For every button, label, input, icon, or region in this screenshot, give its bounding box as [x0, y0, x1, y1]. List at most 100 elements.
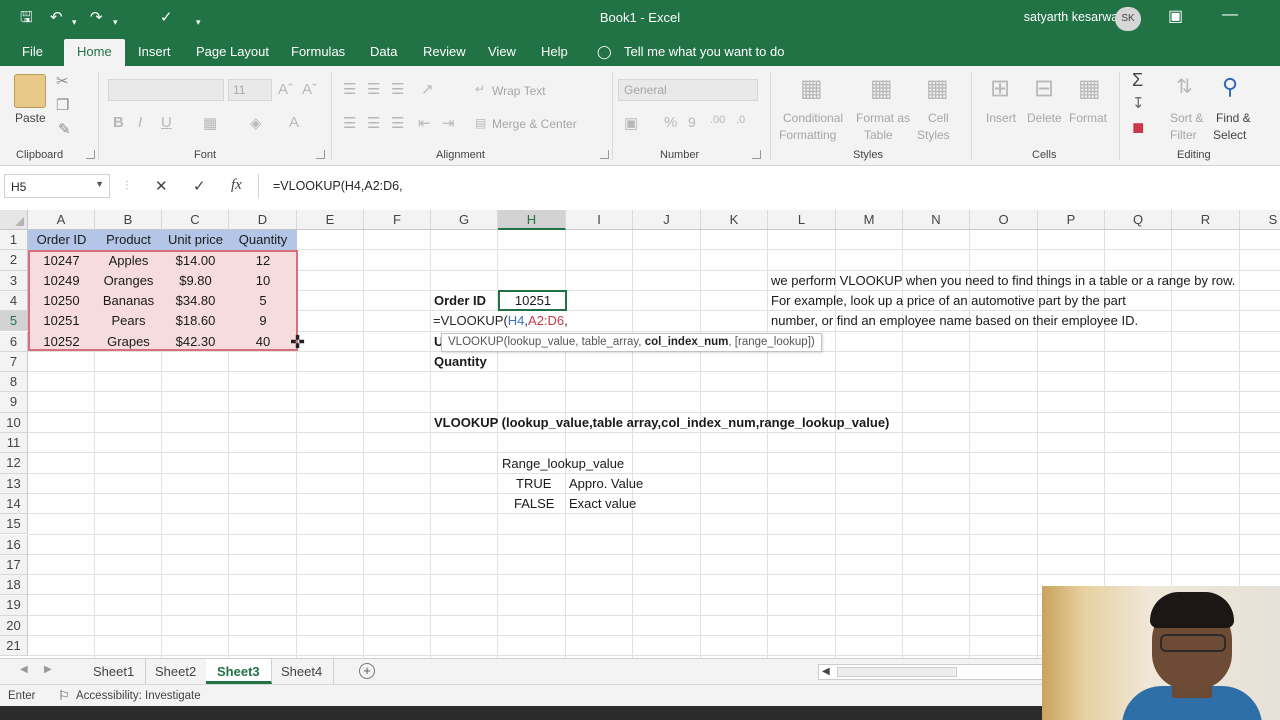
lightbulb-icon[interactable]: ◯ [597, 44, 612, 60]
row-header-16[interactable]: 16 [0, 534, 28, 555]
increase-indent-icon[interactable]: ⇥ [442, 114, 455, 132]
sort-filter-icon[interactable]: ⇅ [1176, 74, 1193, 99]
format-painter-icon[interactable]: ✎ [58, 120, 71, 138]
formula-edit-cell[interactable]: =VLOOKUP(H4,A2:D6, [431, 311, 572, 331]
font-color-icon[interactable]: A [289, 114, 299, 131]
note-line-3[interactable]: number, or find an employee name based o… [771, 311, 1138, 331]
column-header-n[interactable]: N [903, 210, 970, 230]
menu-help[interactable]: Help [541, 44, 568, 59]
wrap-text-icon[interactable]: ↵ [475, 82, 485, 96]
horizontal-scrollbar[interactable]: ◀ [818, 664, 1043, 680]
tab-sheet3[interactable]: Sheet3 [206, 659, 272, 684]
false-description[interactable]: Exact value [569, 494, 636, 514]
cell-styles-label-1[interactable]: Cell [928, 111, 949, 125]
insert-cells-icon[interactable]: ⊞ [990, 74, 1010, 103]
column-header-i[interactable]: I [566, 210, 633, 230]
bold-icon[interactable]: B [113, 114, 124, 131]
insert-cells-button[interactable]: Insert [986, 111, 1016, 125]
table-cell[interactable]: 10249 [28, 271, 95, 291]
menu-insert[interactable]: Insert [138, 44, 171, 59]
align-bottom-icon[interactable]: ☰ [391, 80, 404, 98]
vlookup-syntax[interactable]: VLOOKUP (lookup_value,table array,col_in… [434, 413, 889, 433]
row-header-5[interactable]: 5 [0, 311, 28, 332]
sort-filter-label-2[interactable]: Filter [1170, 128, 1197, 142]
note-line-1[interactable]: we perform VLOOKUP when you need to find… [771, 271, 1235, 291]
header-unit-price[interactable]: Unit price [162, 230, 229, 250]
header-quantity[interactable]: Quantity [229, 230, 297, 250]
find-select-label-2[interactable]: Select [1213, 128, 1246, 142]
conditional-formatting-label-2[interactable]: Formatting [779, 128, 836, 142]
menu-page-layout[interactable]: Page Layout [196, 44, 269, 59]
tab-sheet2[interactable]: Sheet2 [144, 659, 209, 684]
borders-icon[interactable]: ▦ [203, 114, 217, 132]
column-header-a[interactable]: A [28, 210, 95, 230]
delete-cells-icon[interactable]: ⊟ [1034, 74, 1054, 103]
menu-data[interactable]: Data [370, 44, 397, 59]
row-header-6[interactable]: 6 [0, 331, 28, 352]
row-header-11[interactable]: 11 [0, 433, 28, 454]
percent-icon[interactable]: % [664, 114, 677, 131]
table-cell[interactable]: 10 [229, 271, 297, 291]
find-select-label-1[interactable]: Find & [1216, 111, 1251, 125]
cell-styles-icon[interactable]: ▦ [926, 74, 949, 103]
more-options-icon[interactable]: ⋮ [122, 180, 132, 191]
avatar[interactable]: SK [1115, 7, 1141, 31]
add-sheet-icon[interactable]: + [359, 663, 375, 679]
row-header-13[interactable]: 13 [0, 473, 28, 494]
row-header-3[interactable]: 3 [0, 270, 28, 291]
column-header-e[interactable]: E [297, 210, 364, 230]
table-cell[interactable]: 10251 [28, 311, 95, 331]
column-header-f[interactable]: F [364, 210, 431, 230]
table-cell[interactable]: $18.60 [162, 311, 229, 331]
column-header-c[interactable]: C [162, 210, 229, 230]
tab-scroll-left-icon[interactable]: ◀ [20, 664, 28, 675]
column-header-p[interactable]: P [1038, 210, 1105, 230]
conditional-formatting-icon[interactable]: ▦ [800, 74, 823, 103]
table-cell[interactable]: 10250 [28, 291, 95, 311]
column-header-k[interactable]: K [701, 210, 768, 230]
quantity-label[interactable]: Quantity [434, 352, 487, 372]
comma-style-icon[interactable]: 9 [688, 114, 696, 130]
row-header-7[interactable]: 7 [0, 351, 28, 373]
column-header-h[interactable]: H [498, 210, 566, 230]
font-size-select[interactable]: 11 [228, 79, 272, 101]
table-cell[interactable]: $9.80 [162, 271, 229, 291]
copy-icon[interactable]: ❐ [56, 96, 69, 114]
true-description[interactable]: Appro. Value [569, 474, 643, 494]
table-cell[interactable]: $34.80 [162, 291, 229, 311]
tell-me-search[interactable]: Tell me what you want to do [624, 44, 784, 59]
orientation-icon[interactable]: ↗ [421, 80, 434, 98]
menu-home[interactable]: Home [64, 39, 125, 66]
align-middle-icon[interactable]: ☰ [367, 80, 380, 98]
wrap-text-button[interactable]: Wrap Text [492, 84, 546, 98]
row-header-4[interactable]: 4 [0, 290, 28, 312]
font-name-select[interactable] [108, 79, 224, 101]
fill-color-icon[interactable]: ◈ [250, 114, 262, 132]
merge-center-icon[interactable]: ▤ [475, 116, 486, 130]
alignment-launcher-icon[interactable] [600, 150, 609, 159]
format-as-table-icon[interactable]: ▦ [870, 74, 893, 103]
tab-sheet4[interactable]: Sheet4 [270, 659, 335, 684]
select-all-corner[interactable] [0, 210, 28, 230]
row-header-15[interactable]: 15 [0, 514, 28, 535]
format-as-table-label-1[interactable]: Format as [856, 111, 910, 125]
column-header-o[interactable]: O [970, 210, 1038, 230]
cell-styles-label-2[interactable]: Styles [917, 128, 950, 142]
order-id-value[interactable]: 10251 [500, 291, 566, 311]
paste-icon[interactable] [14, 74, 46, 108]
menu-view[interactable]: View [488, 44, 516, 59]
tab-scroll-right-icon[interactable]: ▶ [44, 664, 52, 675]
function-tooltip[interactable]: VLOOKUP(lookup_value, table_array, col_i… [441, 333, 822, 352]
name-box[interactable]: H5 ▼ [4, 174, 110, 198]
row-header-12[interactable]: 12 [0, 453, 28, 474]
menu-file[interactable]: File [22, 44, 43, 59]
column-header-l[interactable]: L [768, 210, 836, 230]
header-order-id[interactable]: Order ID [28, 230, 95, 250]
clipboard-launcher-icon[interactable] [86, 150, 95, 159]
column-header-d[interactable]: D [229, 210, 297, 230]
row-header-21[interactable]: 21 [0, 636, 28, 657]
enter-icon[interactable]: ✓ [193, 177, 206, 195]
formula-input[interactable]: =VLOOKUP(H4,A2:D6, [258, 174, 1280, 198]
table-cell[interactable]: Grapes [95, 332, 162, 352]
table-cell[interactable]: 12 [229, 251, 297, 271]
